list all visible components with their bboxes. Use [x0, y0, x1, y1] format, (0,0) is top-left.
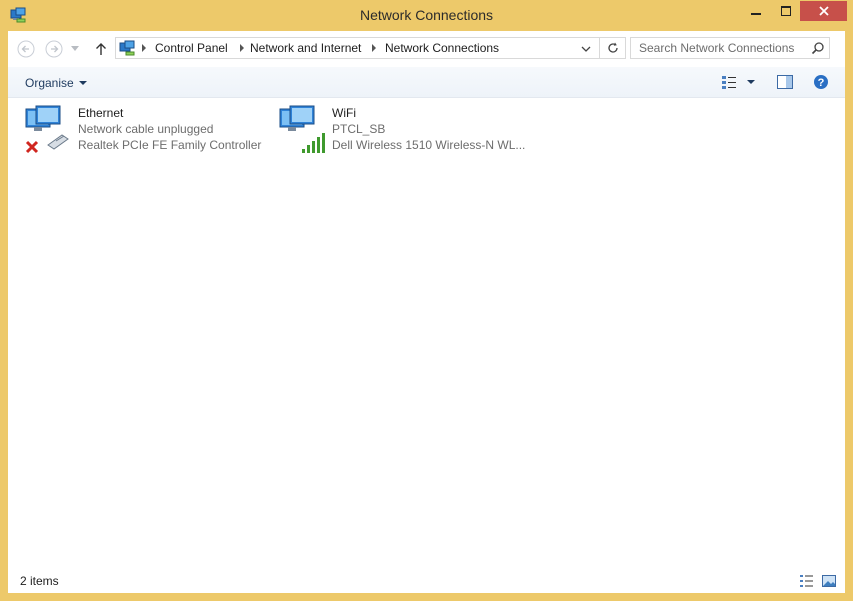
connection-item-wifi[interactable]: WiFi PTCL_SB Dell Wireless 1510 Wireless…: [278, 105, 528, 157]
breadcrumb-control-panel[interactable]: Control Panel: [155, 41, 228, 55]
connection-item-ethernet[interactable]: Ethernet Network cable unplugged Realtek…: [24, 105, 264, 157]
network-connections-icon: [119, 40, 135, 56]
connection-name: WiFi: [332, 106, 356, 120]
minimize-icon: [751, 13, 761, 15]
change-view-icon[interactable]: [721, 74, 739, 90]
breadcrumb-network-connections[interactable]: Network Connections: [385, 41, 499, 55]
search-placeholder: Search Network Connections: [639, 41, 795, 55]
connection-status: PTCL_SB: [332, 122, 386, 136]
address-history-button[interactable]: [578, 41, 594, 57]
up-button[interactable]: [91, 39, 111, 59]
chevron-down-icon: [581, 46, 591, 52]
breadcrumb-separator-icon[interactable]: [240, 44, 244, 52]
details-view-icon[interactable]: [799, 574, 815, 588]
back-arrow-icon: [17, 40, 35, 58]
preview-pane-icon[interactable]: [776, 74, 794, 90]
breadcrumb-separator-icon[interactable]: [142, 44, 146, 52]
connection-device: Dell Wireless 1510 Wireless-N WL...: [332, 138, 526, 152]
connection-details: WiFi PTCL_SB Dell Wireless 1510 Wireless…: [332, 105, 525, 153]
large-icons-view-icon[interactable]: [821, 574, 837, 588]
connection-status: Network cable unplugged: [78, 122, 214, 136]
recent-locations-button[interactable]: [69, 39, 81, 59]
back-button[interactable]: [16, 39, 36, 59]
forward-button[interactable]: [44, 39, 64, 59]
maximize-icon: [781, 6, 791, 16]
close-icon: [818, 6, 829, 16]
status-bar: 2 items: [8, 568, 845, 593]
command-bar: Organise ?: [8, 67, 845, 98]
chevron-down-icon: [78, 81, 87, 85]
chevron-down-icon: [71, 46, 79, 51]
window-title: Network Connections: [359, 7, 494, 23]
svg-text:?: ?: [818, 77, 825, 89]
item-count: 2 items: [20, 574, 59, 588]
forward-arrow-icon: [45, 40, 63, 58]
breadcrumb-separator-icon[interactable]: [372, 44, 376, 52]
connection-device: Realtek PCIe FE Family Controller: [78, 138, 262, 152]
breadcrumb-network-and-internet[interactable]: Network and Internet: [250, 41, 361, 55]
view-options-chevron-icon[interactable]: [746, 74, 756, 90]
help-icon[interactable]: ?: [812, 74, 830, 90]
close-button[interactable]: [800, 1, 847, 21]
refresh-button[interactable]: [599, 38, 626, 58]
wifi-adapter-icon: [279, 105, 325, 153]
search-icon[interactable]: [811, 41, 825, 55]
search-input[interactable]: Search Network Connections: [630, 37, 830, 59]
navigation-bar: Control Panel Network and Internet Netwo…: [8, 31, 845, 65]
window-frame: Network Connections Control Panel Networ…: [0, 0, 853, 601]
connection-details: Ethernet Network cable unplugged Realtek…: [78, 105, 261, 153]
organise-label: Organise: [25, 76, 74, 90]
address-bar[interactable]: Control Panel Network and Internet Netwo…: [115, 37, 626, 59]
title-bar[interactable]: Network Connections: [0, 0, 853, 31]
connection-name: Ethernet: [78, 106, 124, 120]
organise-menu-button[interactable]: Organise: [25, 76, 87, 90]
minimize-button[interactable]: [742, 1, 770, 21]
refresh-icon: [608, 42, 618, 53]
maximize-button[interactable]: [772, 1, 800, 21]
connections-list: Ethernet Network cable unplugged Realtek…: [8, 98, 845, 563]
ethernet-adapter-icon: [25, 105, 69, 154]
explorer-client-area: Control Panel Network and Internet Netwo…: [8, 31, 845, 593]
up-arrow-icon: [96, 43, 106, 55]
